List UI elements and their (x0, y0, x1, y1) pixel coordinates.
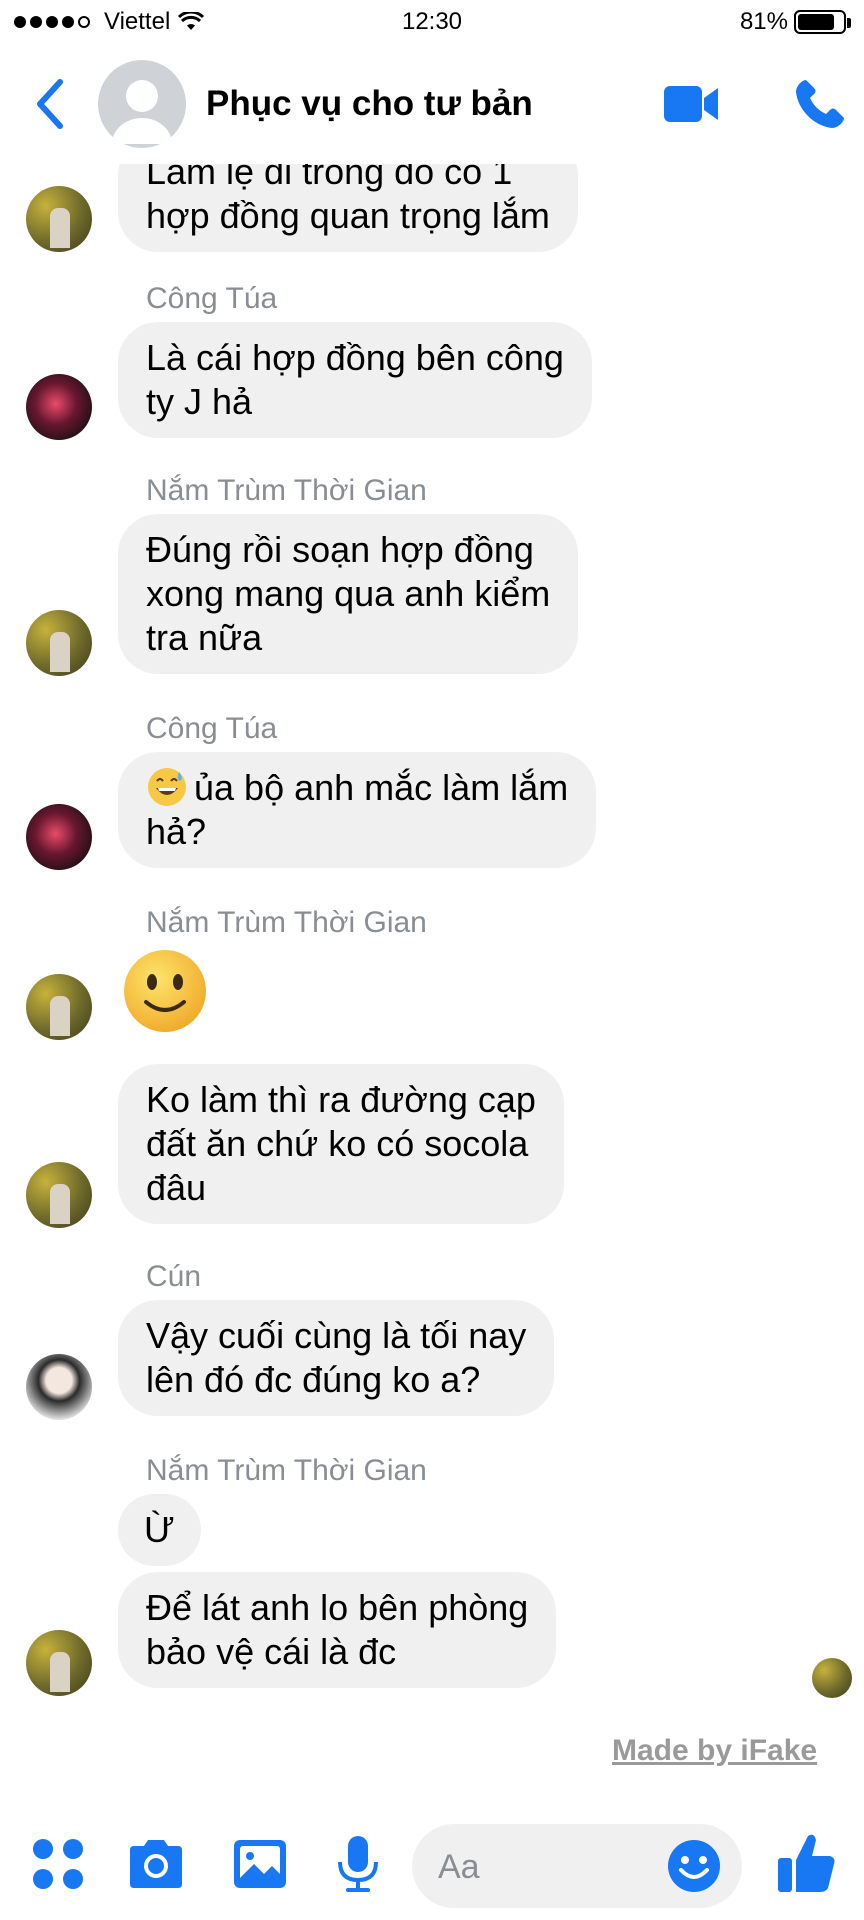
grid-menu-icon[interactable] (28, 1834, 88, 1894)
message-line: Làm lệ đi trong đó có 1 (146, 164, 513, 192)
phone-icon[interactable] (792, 76, 848, 132)
status-right: 81% (739, 8, 851, 36)
conversation-title[interactable]: Phục vụ cho tư bản (206, 84, 533, 124)
back-chevron-icon[interactable] (30, 76, 70, 132)
message-bubble[interactable]: Để lát anh lo bên phòng bảo vệ cái là đc (118, 1572, 557, 1688)
sender-name: Công Túa (146, 712, 278, 745)
message-bubble[interactable]: Ko làm thì ra đường cạp đất ăn chứ ko có… (118, 1064, 564, 1224)
message-bubble[interactable]: Là cái hợp đồng bên công ty J hả (118, 322, 592, 438)
group-avatar[interactable] (98, 60, 186, 148)
message-line: đâu (146, 1167, 207, 1208)
message-list[interactable]: Làm lệ đi trong đó có 1 hợp đồng quan tr… (0, 164, 864, 1754)
sender-name: Cún (146, 1260, 202, 1293)
message-line: Ừ (144, 1509, 175, 1550)
message-line: Để lát anh lo bên phòng (146, 1587, 529, 1628)
message-line: Ko làm thì ra đường cạp (146, 1079, 536, 1120)
message-bubble[interactable]: Làm lệ đi trong đó có 1 hợp đồng quan tr… (118, 164, 578, 252)
message-line: đất ăn chứ ko có socola (146, 1123, 529, 1164)
message-input[interactable]: Aa (412, 1824, 742, 1908)
message-line: Vậy cuối cùng là tối nay (146, 1315, 527, 1356)
avatar[interactable] (26, 374, 92, 440)
message-line: lên đó đc đúng ko a? (146, 1359, 481, 1400)
avatar[interactable] (26, 804, 92, 870)
message-line: hả? (146, 811, 207, 852)
composer-bar: Aa (0, 1810, 864, 1920)
avatar[interactable] (26, 610, 92, 676)
status-bar: Viettel 12:30 81% (0, 0, 864, 44)
battery-percent: 81% (739, 8, 788, 35)
sweat-smile-emoji (148, 768, 186, 806)
message-line: Đúng rồi soạn hợp đồng (146, 529, 534, 570)
message-line: ủa bộ anh mắc làm lắm (146, 766, 568, 810)
message-line: xong mang qua anh kiểm (146, 573, 551, 614)
message-bubble[interactable]: ủa bộ anh mắc làm lắm hả? (118, 752, 597, 868)
message-input-placeholder: Aa (438, 1848, 480, 1886)
message-line: hợp đồng quan trọng lắm (146, 195, 550, 236)
video-camera-icon[interactable] (662, 80, 722, 128)
avatar[interactable] (26, 974, 92, 1040)
message-text: ủa bộ anh mắc làm lắm (194, 767, 569, 808)
seen-receipt-avatar (812, 1658, 852, 1698)
avatar[interactable] (26, 1354, 92, 1420)
emoji-icon[interactable] (666, 1838, 722, 1894)
conversation-header: Phục vụ cho tư bản (0, 44, 864, 164)
avatar[interactable] (26, 1162, 92, 1228)
battery-icon (794, 10, 851, 34)
message-bubble[interactable]: Ừ (118, 1494, 201, 1566)
microphone-icon[interactable] (328, 1834, 388, 1894)
message-line: ty J hả (146, 381, 253, 422)
sender-name: Nắm Trùm Thời Gian (146, 1454, 427, 1487)
sender-name: Nắm Trùm Thời Gian (146, 906, 427, 939)
sender-name: Nắm Trùm Thời Gian (146, 474, 427, 507)
camera-icon[interactable] (126, 1834, 186, 1894)
sender-name: Công Túa (146, 282, 278, 315)
status-time: 12:30 (401, 8, 463, 35)
person-placeholder-icon (112, 80, 172, 144)
avatar[interactable] (26, 186, 92, 252)
thumbs-up-icon[interactable] (776, 1830, 838, 1896)
message-line: tra nữa (146, 617, 263, 658)
message-bubble[interactable]: Vậy cuối cùng là tối nay lên đó đc đúng … (118, 1300, 555, 1416)
message-line: Là cái hợp đồng bên công (146, 337, 564, 378)
message-line: bảo vệ cái là đc (146, 1631, 397, 1672)
avatar[interactable] (26, 1630, 92, 1696)
message-bubble[interactable]: Đúng rồi soạn hợp đồng xong mang qua anh… (118, 514, 579, 674)
slight-smile-emoji[interactable] (122, 948, 208, 1034)
watermark: Made by iFake (612, 1734, 818, 1767)
image-icon[interactable] (230, 1834, 290, 1894)
